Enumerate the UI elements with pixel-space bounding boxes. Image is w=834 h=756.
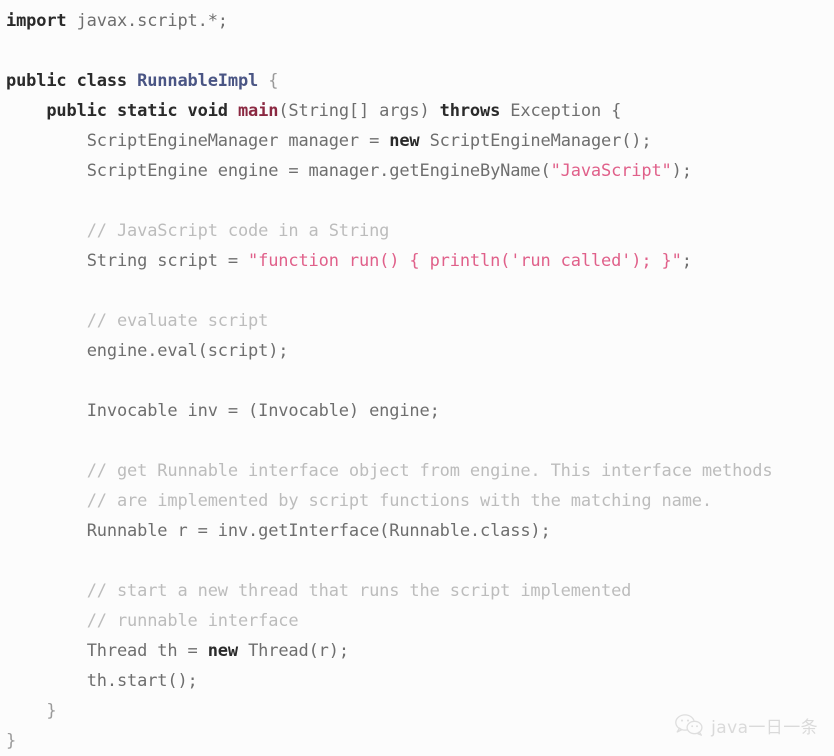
code-token-plain: Runnable r = inv.getInterface(Runnable.c… <box>86 521 551 541</box>
code-line: Thread th = new Thread(r); <box>0 636 834 666</box>
code-line: Runnable r = inv.getInterface(Runnable.c… <box>0 516 834 546</box>
code-line: } <box>0 696 834 726</box>
code-token-kw: throws <box>439 101 501 121</box>
code-token-method: main <box>237 101 279 121</box>
code-token-comment: // get Runnable interface object from en… <box>86 461 773 481</box>
code-token-plain: Exception { <box>500 101 622 121</box>
code-line: th.start(); <box>0 666 834 696</box>
code-token-comment: // are implemented by script functions w… <box>86 491 712 511</box>
code-line: engine.eval(script); <box>0 336 834 366</box>
code-token-str: "JavaScript" <box>550 161 672 181</box>
code-token-kw: import <box>6 11 67 31</box>
code-line: Invocable inv = (Invocable) engine; <box>0 396 834 426</box>
code-token-plain: Invocable inv = (Invocable) engine; <box>86 401 440 421</box>
code-token-plain: ; <box>681 251 692 271</box>
code-token-plain: javax.script.*; <box>66 11 228 31</box>
code-line: // get Runnable interface object from en… <box>0 456 834 486</box>
code-token-punct: } <box>46 701 57 721</box>
code-token-plain: String script = <box>86 251 249 271</box>
code-token-comment: // start a new thread that runs the scri… <box>86 581 632 601</box>
code-token-comment: // runnable interface <box>86 611 299 631</box>
code-token-kw: public class <box>6 71 138 91</box>
code-token-plain: ScriptEngine engine = manager.getEngineB… <box>86 161 551 181</box>
code-token-comment: // JavaScript code in a String <box>86 221 390 241</box>
code-line: import javax.script.*; <box>0 6 834 36</box>
java-code-listing: import javax.script.*; public class Runn… <box>0 6 834 756</box>
code-line: } <box>0 726 834 756</box>
code-screenshot: import javax.script.*; public class Runn… <box>0 0 834 756</box>
code-line: // start a new thread that runs the scri… <box>0 576 834 606</box>
code-line: public class RunnableImpl { <box>0 66 834 96</box>
code-token-punct: } <box>6 731 17 751</box>
code-token-plain: engine.eval(script); <box>86 341 289 361</box>
code-token-plain: th.start(); <box>86 671 198 691</box>
code-token-kw: new <box>389 131 420 151</box>
code-token-plain: Thread(r); <box>237 641 349 661</box>
code-line: // are implemented by script functions w… <box>0 486 834 516</box>
code-token-kw: new <box>207 641 238 661</box>
code-line: public static void main(String[] args) t… <box>0 96 834 126</box>
code-token-plain: ScriptEngineManager manager = <box>86 131 390 151</box>
code-line: // evaluate script <box>0 306 834 336</box>
code-line: String script = "function run() { printl… <box>0 246 834 276</box>
code-line: ScriptEngineManager manager = new Script… <box>0 126 834 156</box>
code-line: ScriptEngine engine = manager.getEngineB… <box>0 156 834 186</box>
code-token-plain: (String[] args) <box>278 101 440 121</box>
code-token-punct: { <box>258 71 279 91</box>
code-token-str: "function run() { println('run called');… <box>248 251 682 271</box>
code-line: // runnable interface <box>0 606 834 636</box>
code-token-kw: public static void <box>46 101 238 121</box>
code-line: // JavaScript code in a String <box>0 216 834 246</box>
code-token-plain: Thread th = <box>86 641 208 661</box>
code-token-type: RunnableImpl <box>137 71 259 91</box>
code-token-plain: ScriptEngineManager(); <box>419 131 652 151</box>
code-token-plain: ); <box>671 161 692 181</box>
code-token-comment: // evaluate script <box>86 311 269 331</box>
